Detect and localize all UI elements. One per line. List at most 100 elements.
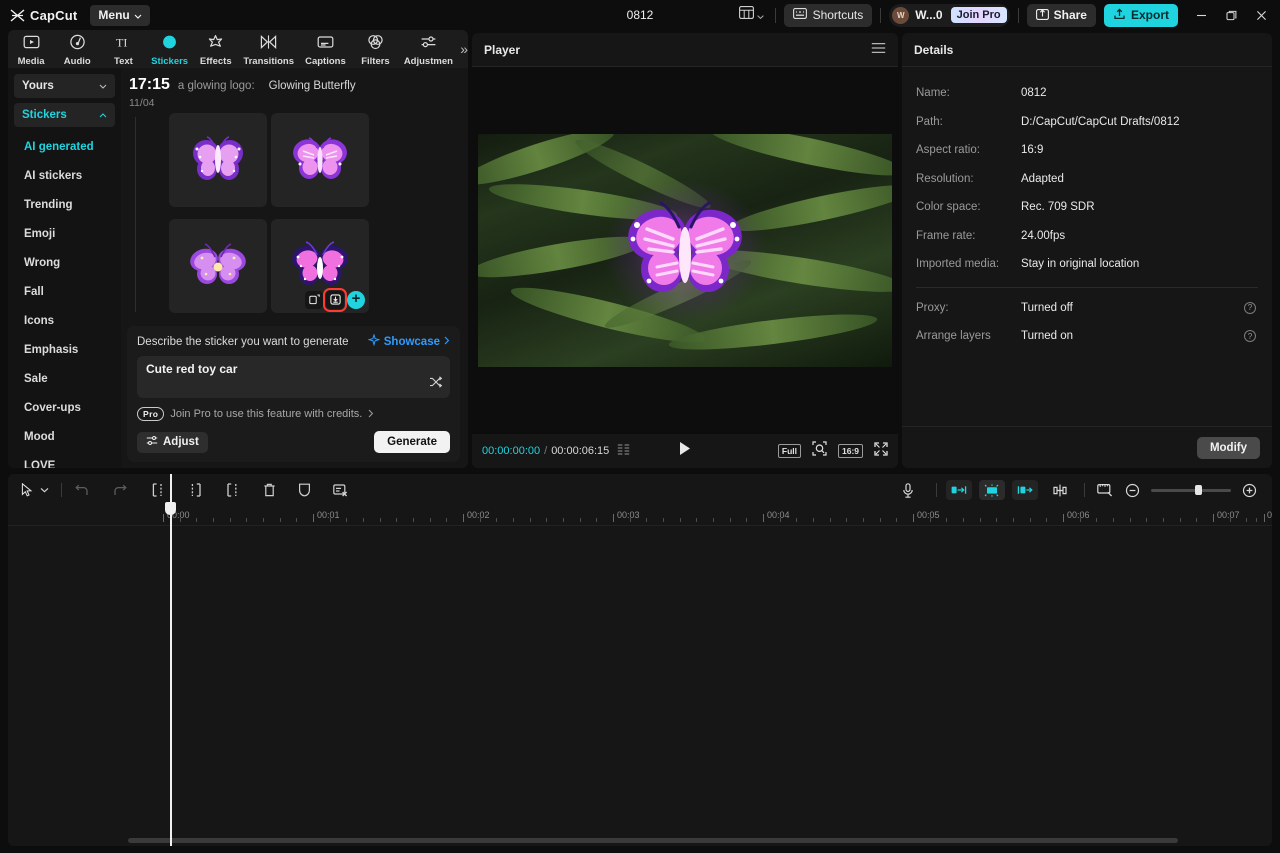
chevron-down-icon xyxy=(99,80,107,92)
trash-icon[interactable] xyxy=(260,480,279,500)
timecode-mode-icon[interactable] xyxy=(617,442,633,460)
user-account-chip[interactable]: W W...0 Join Pro xyxy=(889,3,1010,27)
tab-adjustment[interactable]: Adjustmen xyxy=(399,32,459,67)
aspect-ratio-button[interactable]: 16:9 xyxy=(837,444,863,458)
close-button[interactable] xyxy=(1246,1,1276,29)
chevron-down-icon[interactable] xyxy=(37,484,52,496)
minimize-button[interactable] xyxy=(1186,1,1216,29)
generation-results: + xyxy=(121,109,468,320)
layout-button[interactable] xyxy=(736,3,767,27)
timeline-horizontal-scrollbar[interactable] xyxy=(128,838,1178,843)
join-pro-badge[interactable]: Join Pro xyxy=(950,7,1007,23)
chevron-right-icon xyxy=(444,336,450,348)
cursor-icon[interactable] xyxy=(18,480,37,500)
player-stage[interactable] xyxy=(472,67,898,434)
shield-icon[interactable] xyxy=(295,480,314,500)
trim-right-icon[interactable] xyxy=(223,480,242,500)
pro-notice[interactable]: Pro Join Pro to use this feature with cr… xyxy=(137,405,450,423)
playhead-handle[interactable] xyxy=(165,502,176,515)
sidebar-item-label: Mood xyxy=(24,430,55,443)
generate-button[interactable]: Generate xyxy=(374,431,450,453)
sidebar-item-icons[interactable]: Icons xyxy=(14,306,115,335)
zoom-out-icon[interactable] xyxy=(1122,480,1143,501)
duplicate-icon[interactable] xyxy=(305,290,323,309)
sidebar-item-love[interactable]: LOVE xyxy=(14,451,115,469)
split-icon[interactable] xyxy=(149,480,168,500)
fill-right-icon[interactable] xyxy=(1012,480,1038,500)
sticker-result-4[interactable]: + xyxy=(271,218,369,313)
text-icon: TI xyxy=(115,34,132,55)
player-time-separator: / xyxy=(544,445,548,457)
play-button[interactable] xyxy=(679,441,692,461)
sidebar-group-stickers[interactable]: Stickers xyxy=(14,103,115,127)
sidebar-item-cover-ups[interactable]: Cover-ups xyxy=(14,393,115,422)
help-icon[interactable]: ? xyxy=(1244,301,1256,314)
share-button[interactable]: Share xyxy=(1026,3,1096,27)
tab-text[interactable]: TI Text xyxy=(100,32,146,67)
export-button[interactable]: Export xyxy=(1103,3,1178,27)
sidebar-item-wrong[interactable]: Wrong xyxy=(14,248,115,277)
fill-left-icon[interactable] xyxy=(946,480,972,500)
details-body: Name: 0812 Path: D:/CapCut/CapCut Drafts… xyxy=(902,67,1272,426)
player-right-controls: Full 16:9 xyxy=(777,441,888,461)
fullscreen-icon[interactable] xyxy=(874,441,888,461)
more-tabs-button[interactable]: » xyxy=(460,41,468,57)
adjust-button[interactable]: Adjust xyxy=(137,431,208,453)
pro-badge: Pro xyxy=(137,407,165,421)
shortcuts-button[interactable]: Shortcuts xyxy=(783,3,873,27)
undo-icon[interactable] xyxy=(71,481,92,500)
sidebar-item-sale[interactable]: Sale xyxy=(14,364,115,393)
tab-media[interactable]: Media xyxy=(8,32,54,67)
timeline-ruler[interactable]: 00:00 00:01 00:02 00:03 00:04 00:05 00:0… xyxy=(8,506,1272,526)
sidebar-item-fall[interactable]: Fall xyxy=(14,277,115,306)
remove-segment-icon[interactable] xyxy=(330,480,351,500)
redo-icon[interactable] xyxy=(110,481,131,500)
player-title: Player xyxy=(484,42,521,57)
player-panel: Player 00:00:00:00 / 00:00:06:15 Full 16… xyxy=(472,33,898,468)
download-icon[interactable] xyxy=(323,287,347,312)
prompt-input[interactable]: Cute red toy car xyxy=(137,356,450,398)
trim-left-icon[interactable] xyxy=(186,480,205,500)
preview-axis-icon[interactable] xyxy=(1094,480,1116,500)
maximize-button[interactable] xyxy=(1216,1,1246,29)
tab-transitions[interactable]: Transitions xyxy=(239,32,299,67)
sidebar-item-ai-stickers[interactable]: AI stickers xyxy=(14,161,115,190)
add-icon[interactable]: + xyxy=(347,290,365,309)
help-icon[interactable]: ? xyxy=(1244,330,1256,343)
playhead[interactable] xyxy=(165,474,176,846)
magnet-icon[interactable] xyxy=(1049,481,1071,500)
sidebar-item-label: LOVE xyxy=(24,459,56,469)
sidebar-scope-dropdown[interactable]: Yours xyxy=(14,74,115,98)
zoom-in-icon[interactable] xyxy=(1239,480,1260,501)
modify-button[interactable]: Modify xyxy=(1196,436,1260,459)
zoom-slider-handle[interactable] xyxy=(1195,485,1202,495)
sticker-result-3[interactable] xyxy=(169,218,267,313)
showcase-link[interactable]: Showcase xyxy=(367,333,450,349)
hamburger-icon[interactable] xyxy=(871,41,886,59)
microphone-icon[interactable] xyxy=(899,480,917,501)
zoom-slider[interactable] xyxy=(1151,485,1231,495)
layout-icon xyxy=(738,6,754,24)
menu-button[interactable]: Menu xyxy=(90,4,150,26)
sidebar-item-emoji[interactable]: Emoji xyxy=(14,219,115,248)
divider xyxy=(916,286,1258,288)
tab-stickers[interactable]: Stickers xyxy=(147,32,193,67)
sticker-result-2[interactable] xyxy=(271,113,369,207)
tab-captions[interactable]: Captions xyxy=(299,32,353,67)
tab-filters[interactable]: Filters xyxy=(352,32,398,67)
sidebar-item-trending[interactable]: Trending xyxy=(14,190,115,219)
tab-effects[interactable]: Effects xyxy=(193,32,239,67)
fill-center-icon[interactable] xyxy=(979,480,1005,500)
magnify-icon[interactable] xyxy=(812,441,827,461)
shuffle-icon[interactable] xyxy=(429,375,443,393)
window-controls xyxy=(1186,1,1276,29)
detail-row-path: Path: D:/CapCut/CapCut Drafts/0812 xyxy=(916,108,1258,137)
sticker-result-1[interactable] xyxy=(169,113,267,207)
sidebar-item-mood[interactable]: Mood xyxy=(14,422,115,451)
tab-audio[interactable]: Audio xyxy=(54,32,100,67)
chevron-up-icon xyxy=(99,109,107,121)
detail-key: Color space: xyxy=(916,201,981,214)
quality-button[interactable]: Full xyxy=(777,444,801,458)
sidebar-item-emphasis[interactable]: Emphasis xyxy=(14,335,115,364)
sidebar-item-ai-generated[interactable]: AI generated xyxy=(14,132,115,161)
